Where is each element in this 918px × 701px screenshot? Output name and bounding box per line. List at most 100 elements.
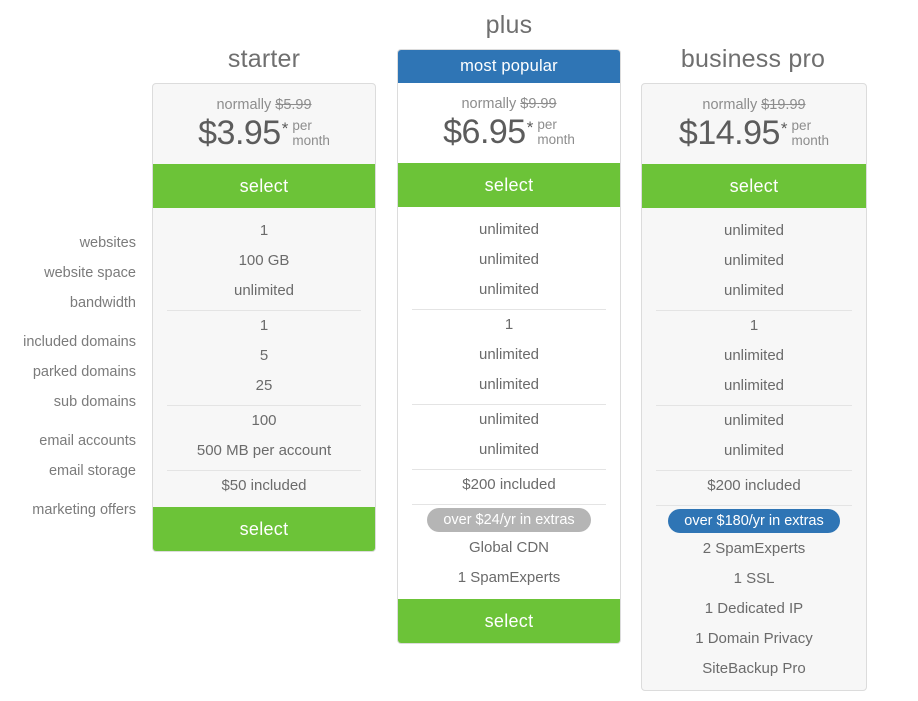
feature-value: unlimited <box>478 281 540 298</box>
feature-value: 1 <box>259 222 269 239</box>
price-block-starter: normally $5.99 $3.95* per month <box>153 84 375 164</box>
extras-pill-row: over $24/yr in extras <box>412 505 606 533</box>
price-period-business-pro: per month <box>792 118 830 148</box>
feature-group-extras: over $180/yr in extras 2 SpamExperts 1 S… <box>656 505 852 688</box>
feature-value: unlimited <box>478 251 540 268</box>
feature-value: unlimited <box>478 441 540 458</box>
price-asterisk-plus: * <box>526 118 534 137</box>
normally-prefix: normally <box>461 96 521 112</box>
select-button-business-pro-top[interactable]: select <box>642 164 866 208</box>
period-month: month <box>537 132 575 147</box>
extras-item: 1 SSL <box>733 570 775 587</box>
feature-group: 100 500 MB per account <box>167 405 361 470</box>
extras-item: SiteBackup Pro <box>702 660 806 677</box>
extras-item: 1 Domain Privacy <box>695 630 813 647</box>
feature-value: unlimited <box>723 377 785 394</box>
normally-prefix: normally <box>702 97 762 113</box>
plan-title-plus: plus <box>485 11 533 39</box>
feature-value: 1 <box>259 317 269 334</box>
features-plus: unlimited unlimited unlimited 1 unlimite… <box>398 207 620 599</box>
plan-card-business-pro: normally $19.99 $14.95* per month select u… <box>641 83 867 691</box>
period-month: month <box>292 133 330 148</box>
feature-value: 100 <box>251 412 277 429</box>
normally-price-business-pro: normally $19.99 <box>642 96 866 114</box>
feature-value: unlimited <box>723 222 785 239</box>
feature-group: 1 5 25 <box>167 310 361 405</box>
normally-struck-price: $5.99 <box>275 97 312 113</box>
select-button-starter-bottom[interactable]: select <box>153 507 375 551</box>
feature-value: 25 <box>255 377 273 394</box>
feature-label-email-accounts: email accounts <box>39 433 136 449</box>
most-popular-ribbon: most popular <box>398 50 620 83</box>
feature-value: unlimited <box>478 346 540 363</box>
price-row-plus: $6.95* per month <box>398 115 620 149</box>
feature-value: $50 included <box>221 477 307 494</box>
plan-card-starter: normally $5.99 $3.95* per month select 1 1… <box>152 83 376 552</box>
feature-group: unlimited unlimited <box>412 404 606 469</box>
plan-title-starter: starter <box>227 45 301 73</box>
feature-group: 1 unlimited unlimited <box>412 309 606 404</box>
period-per: per <box>791 118 812 133</box>
price-amount-starter: $3.95 <box>198 114 281 152</box>
feature-value: unlimited <box>478 411 540 428</box>
price-block-business-pro: normally $19.99 $14.95* per month <box>642 84 866 164</box>
period-month: month <box>791 133 830 148</box>
feature-group: unlimited unlimited <box>656 405 852 470</box>
select-button-starter-top[interactable]: select <box>153 164 375 208</box>
period-per: per <box>537 117 557 132</box>
period-per: per <box>292 118 312 133</box>
feature-value: $200 included <box>707 477 801 494</box>
price-amount-business-pro: $14.95 <box>678 114 781 152</box>
extras-item: 2 SpamExperts <box>702 540 806 557</box>
feature-value: unlimited <box>723 252 785 269</box>
feature-value: 5 <box>259 347 269 364</box>
feature-value: unlimited <box>723 347 785 364</box>
feature-label-websites: websites <box>79 235 136 251</box>
feature-label-column: websites website space bandwidth include… <box>0 228 136 525</box>
extras-badge-plus: over $24/yr in extras <box>427 508 591 532</box>
feature-value: unlimited <box>723 412 785 429</box>
features-business-pro: unlimited unlimited unlimited 1 unlimite… <box>642 208 866 690</box>
feature-value: 1 <box>504 316 514 333</box>
feature-value: unlimited <box>478 376 540 393</box>
feature-value: $200 included <box>462 476 556 493</box>
feature-label-email-storage: email storage <box>48 463 136 479</box>
feature-label-included-domains: included domains <box>23 334 136 350</box>
plan-title-business-pro: business pro <box>680 45 826 73</box>
feature-label-bandwidth: bandwidth <box>69 295 136 311</box>
extras-pill-row: over $180/yr in extras <box>656 506 852 534</box>
feature-value: 100 GB <box>238 252 290 269</box>
feature-value: unlimited <box>478 221 540 238</box>
price-asterisk-business-pro: * <box>780 119 788 138</box>
feature-group: $200 included <box>412 469 606 504</box>
feature-group: $200 included <box>656 470 852 505</box>
feature-label-sub-domains: sub domains <box>53 394 136 410</box>
feature-value: unlimited <box>233 282 295 299</box>
price-row-business-pro: $14.95* per month <box>642 116 866 150</box>
feature-label-parked-domains: parked domains <box>32 364 136 380</box>
price-period-plus: per month <box>537 117 575 147</box>
feature-label-website-space: website space <box>44 265 136 281</box>
select-button-plus-bottom[interactable]: select <box>398 599 620 643</box>
normally-price-starter: normally $5.99 <box>153 96 375 114</box>
price-row-starter: $3.95* per month <box>153 116 375 150</box>
normally-struck-price: $9.99 <box>520 96 557 112</box>
extras-item: 1 SpamExperts <box>457 569 561 586</box>
price-amount-plus: $6.95 <box>443 113 526 151</box>
price-asterisk-starter: * <box>281 119 289 138</box>
select-button-plus-top[interactable]: select <box>398 163 620 207</box>
feature-group-extras: over $24/yr in extras Global CDN 1 SpamE… <box>412 504 606 597</box>
feature-label-marketing-offers: marketing offers <box>32 502 136 518</box>
feature-value: 500 MB per account <box>196 442 332 459</box>
normally-price-plus: normally $9.99 <box>398 95 620 113</box>
features-starter: 1 100 GB unlimited 1 5 25 100 500 MB per… <box>153 208 375 507</box>
extras-badge-business-pro: over $180/yr in extras <box>668 509 840 533</box>
feature-value: unlimited <box>723 282 785 299</box>
normally-prefix: normally <box>216 97 276 113</box>
feature-value: 1 <box>749 317 759 334</box>
feature-group: 1 unlimited unlimited <box>656 310 852 405</box>
price-block-plus: normally $9.99 $6.95* per month <box>398 83 620 163</box>
feature-group: unlimited unlimited unlimited <box>398 210 620 309</box>
normally-struck-price: $19.99 <box>761 97 806 113</box>
pricing-table: starter plus business pro websites websi… <box>0 0 918 701</box>
